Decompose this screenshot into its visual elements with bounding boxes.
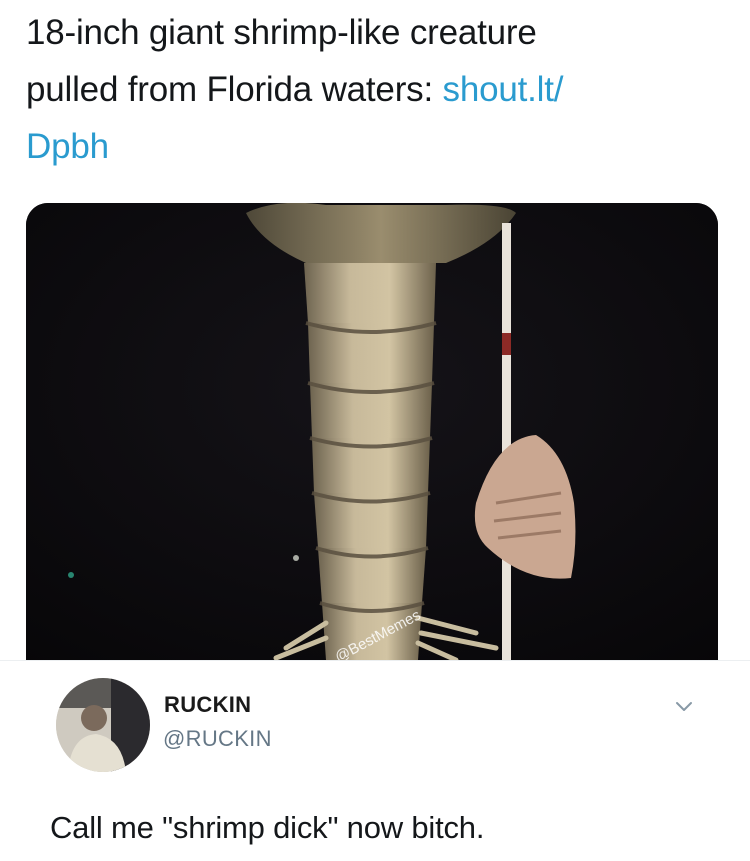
chevron-down-icon[interactable] bbox=[672, 694, 696, 718]
tweet-text-line1: 18-inch giant shrimp-like creature bbox=[26, 13, 537, 52]
shrimp-body bbox=[304, 263, 437, 660]
reply-text: Call me "shrimp dick" now bitch. bbox=[50, 810, 485, 845]
tweet-text: 18-inch giant shrimp-like creature pulle… bbox=[26, 4, 726, 175]
avatar-image bbox=[56, 678, 150, 772]
avatar[interactable] bbox=[56, 678, 150, 772]
shrimp-photo-image: @BestMemes bbox=[26, 203, 718, 660]
tweet-link[interactable]: shout.lt/ bbox=[443, 70, 564, 109]
tweet-text-line2: pulled from Florida waters: bbox=[26, 70, 443, 109]
reply-handle[interactable]: @RUCKIN bbox=[163, 726, 272, 752]
reply-display-name[interactable]: RUCKIN bbox=[164, 692, 251, 718]
tweet-photo[interactable]: @BestMemes bbox=[26, 203, 718, 660]
tweet-link-continued[interactable]: Dpbh bbox=[26, 127, 109, 166]
